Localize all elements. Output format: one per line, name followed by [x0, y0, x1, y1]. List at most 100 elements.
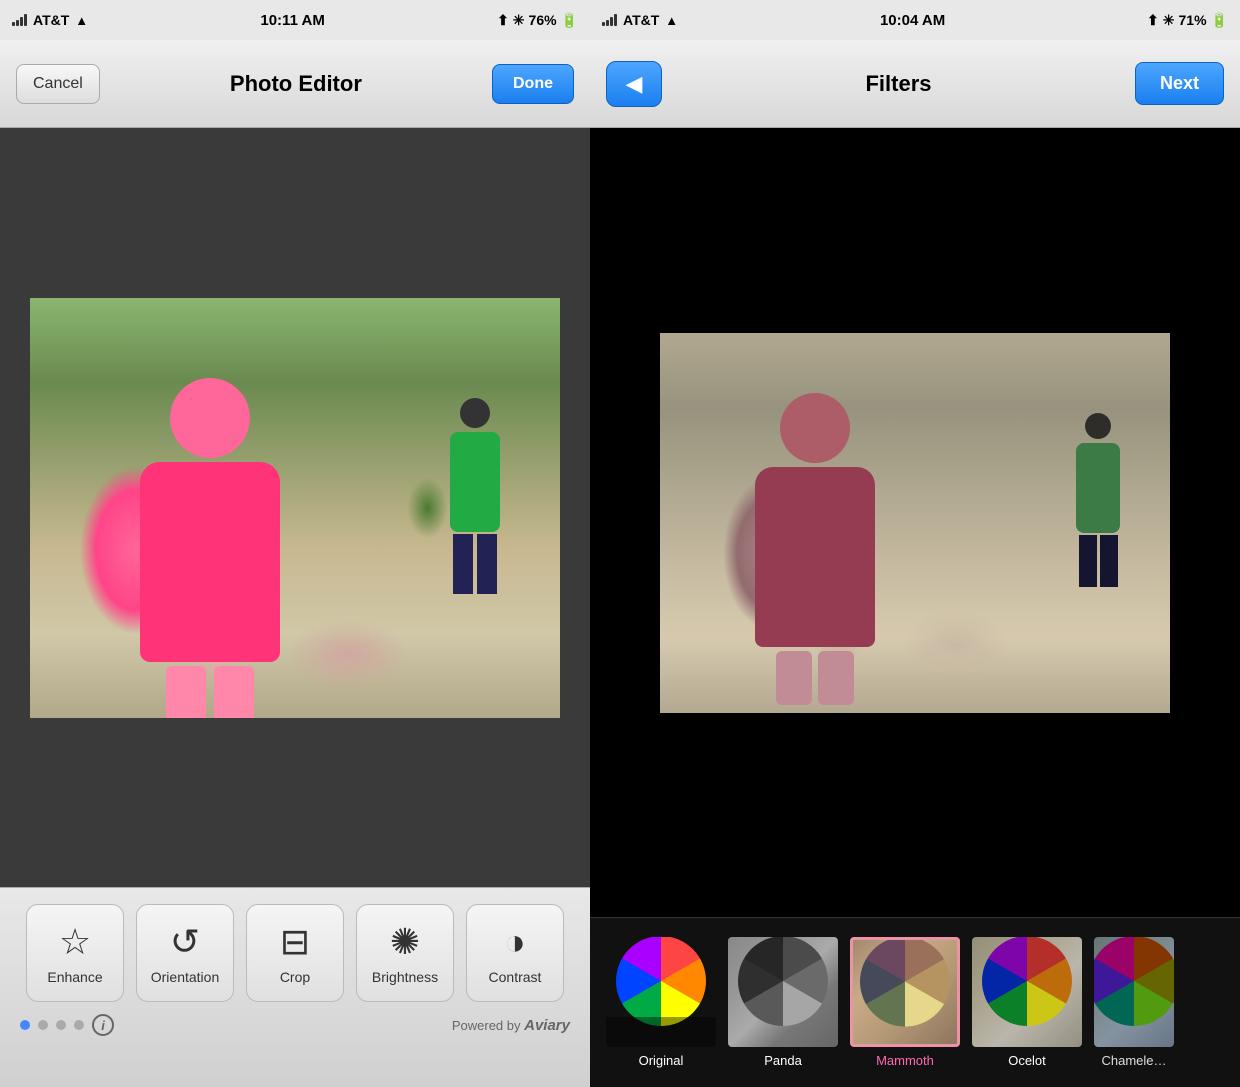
child-figure-right [745, 393, 885, 683]
contrast-icon: ◑ [504, 921, 526, 963]
filter-name-original: Original [639, 1053, 684, 1068]
filter-name-chameleon: Chamele… [1101, 1053, 1166, 1068]
umbrella-chameleon [1094, 937, 1174, 1047]
back-button[interactable]: ◀ [606, 61, 662, 107]
battery-icon-left: 🔋 [561, 12, 578, 29]
bg-leg-right-right [1100, 535, 1118, 587]
signal-bar-r2 [606, 20, 609, 26]
filter-thumb-chameleon [1094, 937, 1174, 1047]
dot-4 [74, 1020, 84, 1030]
signal-bars-right [602, 14, 617, 26]
contrast-label: Contrast [489, 969, 542, 985]
battery-left: 76% [529, 12, 557, 28]
filter-item-mammoth[interactable]: Mammoth [850, 937, 960, 1068]
carrier-left: AT&T [33, 12, 69, 28]
toolbar: ☆ Enhance ↺ Orientation ⊟ Crop ✺ Brightn… [0, 887, 590, 1087]
photo-area-right [590, 128, 1240, 917]
coat [140, 462, 280, 662]
filter-name-mammoth: Mammoth [876, 1053, 934, 1068]
enhance-label: Enhance [47, 969, 102, 985]
time-left: 10:11 AM [260, 12, 324, 29]
carrier-right: AT&T [623, 12, 659, 28]
wifi-icon-right: ▲ [665, 13, 678, 28]
signal-bar-2 [16, 20, 19, 26]
dot-1 [20, 1020, 30, 1030]
toolbar-bottom: i Powered by Aviary [0, 1014, 590, 1036]
filter-thumb-panda [728, 937, 838, 1047]
crop-label: Crop [280, 969, 310, 985]
signal-bar-1 [12, 22, 15, 26]
next-button[interactable]: Next [1135, 62, 1224, 105]
filter-thumb-mammoth [850, 937, 960, 1047]
time-right: 10:04 AM [880, 12, 945, 29]
signal-bar-4 [24, 14, 27, 26]
bg-coat-right [1076, 443, 1120, 533]
boot-left [166, 666, 206, 718]
status-left: AT&T ▲ [12, 12, 88, 28]
location-icon-left: ⬆ [497, 12, 509, 29]
signal-bar-r3 [610, 17, 613, 26]
boot-right-right [818, 651, 854, 705]
dot-3 [56, 1020, 66, 1030]
location-icon-right: ⬆ [1147, 12, 1159, 29]
dot-2 [38, 1020, 48, 1030]
bg-leg-left-right [1079, 535, 1097, 587]
status-left-right: AT&T ▲ [602, 12, 678, 28]
status-right-r: ⬆ ✳ 71% 🔋 [1147, 12, 1228, 29]
tool-enhance[interactable]: ☆ Enhance [26, 904, 124, 1002]
bg-head-right [1085, 413, 1111, 439]
enhance-icon: ☆ [59, 921, 91, 963]
battery-icon-right: 🔋 [1211, 12, 1228, 29]
tool-crop[interactable]: ⊟ Crop [246, 904, 344, 1002]
powered-by-text: Powered by [452, 1018, 521, 1033]
page-title-right: Filters [865, 71, 931, 97]
nav-bar-left: Cancel Photo Editor Done [0, 40, 590, 128]
cancel-button[interactable]: Cancel [16, 64, 100, 104]
coat-right [755, 467, 875, 647]
bg-leg-right [477, 534, 497, 594]
back-arrow-icon: ◀ [626, 71, 643, 97]
filter-item-original[interactable]: Original [606, 937, 716, 1068]
filter-thumb-ocelot [972, 937, 1082, 1047]
nav-bar-right: ◀ Filters Next [590, 40, 1240, 128]
filter-item-chameleon[interactable]: Chamele… [1094, 937, 1174, 1068]
brightness-label: Brightness [372, 969, 438, 985]
child-figure [130, 378, 290, 698]
info-icon[interactable]: i [92, 1014, 114, 1036]
bg-leg-left [453, 534, 473, 594]
wifi-icon-left: ▲ [75, 13, 88, 28]
boot-left-right [776, 651, 812, 705]
boots [130, 666, 290, 718]
boot-right [214, 666, 254, 718]
photo-left [30, 298, 560, 718]
filter-item-panda[interactable]: Panda [728, 937, 838, 1068]
umbrella-mammoth [853, 940, 957, 1044]
bg-legs [450, 534, 500, 594]
orientation-label: Orientation [151, 969, 219, 985]
tool-orientation[interactable]: ↺ Orientation [136, 904, 234, 1002]
filter-item-ocelot[interactable]: Ocelot [972, 937, 1082, 1068]
bg-person-right [1076, 413, 1120, 573]
tool-contrast[interactable]: ◑ Contrast [466, 904, 564, 1002]
signal-bar-r1 [602, 22, 605, 26]
signal-bar-3 [20, 17, 23, 26]
aviary-brand: Aviary [524, 1017, 570, 1034]
page-title-left: Photo Editor [230, 71, 362, 97]
crop-icon: ⊟ [280, 921, 310, 963]
orientation-icon: ↺ [170, 921, 200, 963]
thumb-overlay-original [606, 1017, 716, 1047]
signal-bar-r4 [614, 14, 617, 26]
bluetooth-icon-right: ✳ [1163, 12, 1175, 29]
boots-right [745, 651, 885, 705]
done-button[interactable]: Done [492, 64, 574, 104]
page-dots: i [20, 1014, 114, 1036]
bg-legs-right [1076, 535, 1120, 587]
right-panel: AT&T ▲ 10:04 AM ⬆ ✳ 71% 🔋 ◀ Filters Next [590, 0, 1240, 1087]
umbrella-panda [728, 937, 838, 1047]
hood-right [780, 393, 850, 463]
tool-brightness[interactable]: ✺ Brightness [356, 904, 454, 1002]
photo-right [660, 333, 1170, 713]
hood [170, 378, 250, 458]
bg-person [450, 398, 500, 578]
filter-thumb-original [606, 937, 716, 1047]
